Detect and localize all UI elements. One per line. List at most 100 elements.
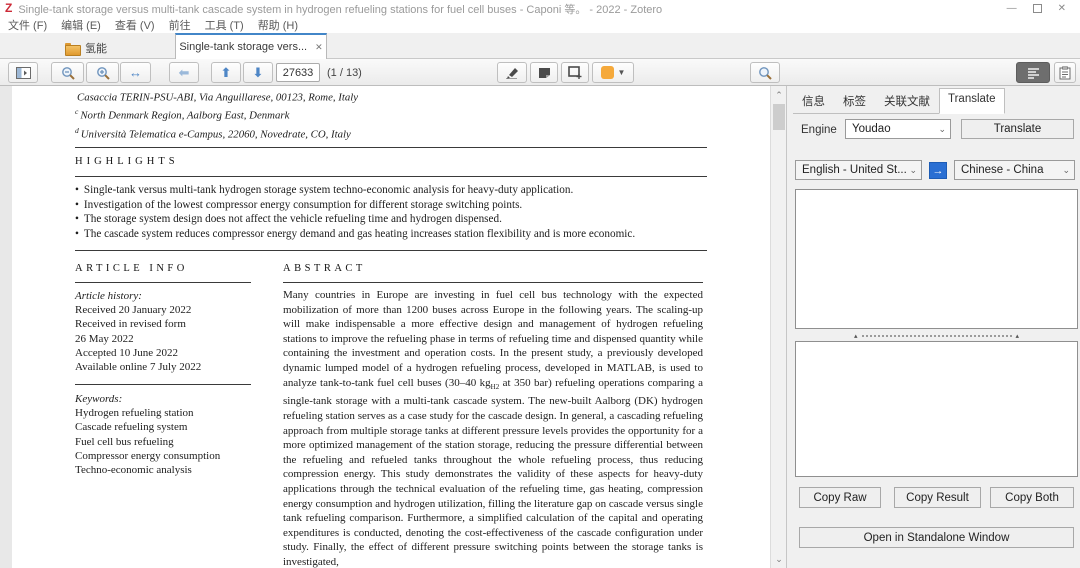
divider [75, 147, 707, 148]
down-arrow-icon: ⬇ [253, 65, 264, 81]
zoom-in-icon [96, 66, 110, 80]
menu-view[interactable]: 查看 (V) [115, 17, 155, 33]
tab-document[interactable]: Single-tank storage vers... ✕ [175, 33, 327, 59]
history-line: Received in revised form [75, 317, 251, 331]
up-arrow-icon: ⬆ [221, 65, 232, 81]
tab-related[interactable]: 关联文献 [875, 88, 939, 113]
scrollbar-thumb[interactable] [773, 104, 785, 130]
pane-splitter[interactable]: ▴ ▴ [795, 332, 1078, 340]
open-standalone-window-button[interactable]: Open in Standalone Window [799, 527, 1074, 548]
highlights-heading: HIGHLIGHTS [75, 156, 179, 167]
chevron-down-icon: ▼ [618, 68, 626, 77]
pdf-toolbar: ↔ ⬅ ⬆ ⬇ (1 / 13) ▼ [0, 59, 1080, 86]
menu-go[interactable]: 前往 [169, 17, 191, 33]
menu-edit[interactable]: 编辑 (E) [61, 17, 101, 33]
divider [283, 282, 703, 283]
copy-both-button[interactable]: Copy Both [990, 487, 1074, 508]
area-select-tool-button[interactable] [561, 62, 589, 83]
zoom-out-button[interactable] [51, 62, 84, 83]
affiliation-line: dUniversità Telematica e-Campus, 22060, … [75, 124, 358, 142]
tab-info[interactable]: 信息 [793, 88, 834, 113]
window-title: Single-tank storage versus multi-tank ca… [18, 1, 662, 17]
tab-bar: 氢能 Single-tank storage vers... ✕ [0, 33, 1080, 59]
engine-select[interactable]: Youdao⌄ [845, 119, 951, 139]
abstract-paragraph: Many countries in Europe are investing i… [283, 288, 703, 568]
article-info-heading: ARTICLE INFO [75, 263, 188, 274]
translate-button[interactable]: Translate [961, 119, 1074, 139]
folder-icon [65, 43, 79, 54]
divider [75, 176, 707, 177]
find-in-document-button[interactable] [750, 62, 780, 83]
tab-close-icon[interactable]: ✕ [315, 42, 323, 53]
zotero-logo-icon: Z [5, 0, 12, 17]
history-line: Received 20 January 2022 [75, 303, 251, 317]
source-text-area[interactable] [795, 189, 1078, 329]
toggle-notes-pane-button[interactable] [1054, 62, 1076, 83]
keyword-line: Fuel cell bus refueling [75, 435, 251, 449]
page-number-input[interactable] [276, 63, 320, 82]
close-icon[interactable]: ✕ [1058, 4, 1066, 14]
context-pane: 信息 标签 关联文献 Translate Engine Youdao⌄ Tran… [786, 86, 1080, 568]
zoom-in-button[interactable] [86, 62, 119, 83]
note-tool-button[interactable] [530, 62, 558, 83]
area-select-icon [568, 66, 582, 79]
menu-tools[interactable]: 工具 (T) [205, 17, 244, 33]
note-icon [538, 67, 551, 79]
keywords-label: Keywords: [75, 392, 251, 406]
tab-translate[interactable]: Translate [939, 88, 1005, 114]
maximize-icon[interactable] [1033, 4, 1042, 13]
chevron-down-icon: ⌄ [1062, 165, 1070, 176]
splitter-grip-icon: ▴ [854, 333, 858, 340]
keywords-column: Keywords: Hydrogen refueling station Cas… [75, 392, 251, 477]
sidebar-icon [16, 67, 31, 79]
article-info-column: Article history: Received 20 January 202… [75, 289, 251, 374]
highlights-list: Single-tank versus multi-tank hydrogen s… [75, 183, 707, 241]
affiliation-block: Casaccia TERIN-PSU-ABI, Via Anguillarese… [75, 87, 358, 142]
tab-tags[interactable]: 标签 [834, 88, 875, 113]
highlight-item: Investigation of the lowest compressor e… [75, 198, 707, 213]
search-icon [758, 66, 772, 80]
scroll-down-icon[interactable]: ⌄ [771, 552, 787, 566]
minimize-icon[interactable]: — [1007, 4, 1017, 14]
divider [75, 384, 251, 385]
scroll-up-icon[interactable]: ⌃ [771, 88, 787, 102]
target-language-select[interactable]: Chinese - China⌄ [954, 160, 1075, 180]
navigate-back-button[interactable]: ⬅ [169, 62, 199, 83]
source-language-select[interactable]: English - United St...⌄ [795, 160, 922, 180]
page-count-label: (1 / 13) [327, 67, 362, 79]
pdf-page[interactable]: Casaccia TERIN-PSU-ABI, Via Anguillarese… [12, 86, 770, 568]
history-line: 26 May 2022 [75, 332, 251, 346]
pdf-scrollbar[interactable]: ⌃ ⌄ [770, 86, 786, 568]
copy-result-button[interactable]: Copy Result [894, 487, 981, 508]
highlight-item: Single-tank versus multi-tank hydrogen s… [75, 183, 707, 198]
engine-label: Engine [801, 124, 837, 136]
keyword-line: Cascade refueling system [75, 420, 251, 434]
fit-width-icon: ↔ [129, 65, 142, 80]
divider [75, 250, 707, 251]
highlight-tool-button[interactable] [497, 62, 527, 83]
color-swatch-icon [601, 66, 614, 79]
chevron-down-icon: ⌄ [938, 124, 946, 135]
subscript-h2: H2 [491, 383, 500, 391]
copy-raw-button[interactable]: Copy Raw [799, 487, 881, 508]
toggle-context-pane-button[interactable] [1016, 62, 1050, 83]
tab-library-label: 氢能 [85, 40, 107, 56]
keyword-line: Techno-economic analysis [75, 463, 251, 477]
pdf-viewer: Casaccia TERIN-PSU-ABI, Via Anguillarese… [0, 86, 770, 568]
keyword-line: Compressor energy consumption [75, 449, 251, 463]
swap-direction-button[interactable]: → [929, 162, 947, 179]
affiliation-line: Casaccia TERIN-PSU-ABI, Via Anguillarese… [75, 87, 358, 105]
next-page-button[interactable]: ⬇ [243, 62, 273, 83]
result-text-area[interactable] [795, 341, 1078, 477]
tab-library[interactable]: 氢能 [55, 37, 117, 59]
menu-help[interactable]: 帮助 (H) [258, 17, 298, 33]
zoom-out-icon [61, 66, 75, 80]
toggle-sidebar-button[interactable] [8, 62, 38, 83]
fit-width-button[interactable]: ↔ [120, 62, 151, 83]
previous-page-button[interactable]: ⬆ [211, 62, 241, 83]
clipboard-icon [1059, 66, 1071, 80]
menu-bar: 文件 (F) 编辑 (E) 查看 (V) 前往 工具 (T) 帮助 (H) [0, 17, 1080, 33]
annotation-color-button[interactable]: ▼ [592, 62, 634, 83]
keyword-line: Hydrogen refueling station [75, 406, 251, 420]
menu-file[interactable]: 文件 (F) [8, 17, 47, 33]
